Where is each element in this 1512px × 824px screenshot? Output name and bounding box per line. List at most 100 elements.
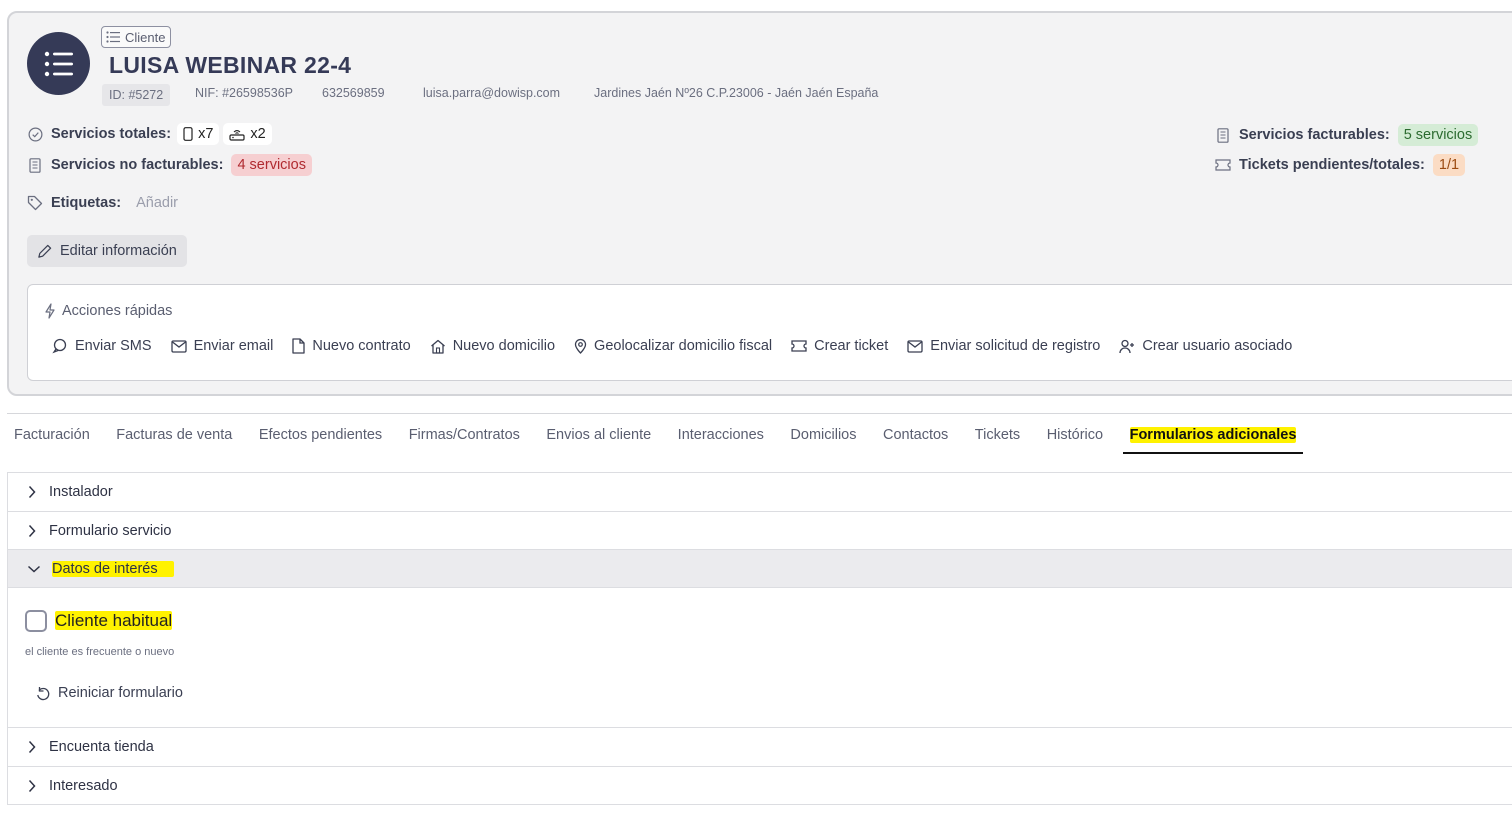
billable-value: 5 servicios <box>1397 124 1479 146</box>
ticket-icon <box>791 340 807 352</box>
quick-actions-label: Acciones rápidas <box>62 303 173 319</box>
send-registration-label: Enviar solicitud de registro <box>930 338 1101 354</box>
datos-interes-panel: Cliente habitual el cliente es frecuente… <box>7 587 1512 727</box>
mail-icon <box>907 339 923 353</box>
geolocate-address-action[interactable]: Geolocalizar domicilio fiscal <box>574 338 772 354</box>
check-circle-icon <box>27 126 43 142</box>
receipt-icon <box>27 157 43 173</box>
tags-stat: Etiquetas: Añadir <box>27 195 178 211</box>
send-sms-label: Enviar SMS <box>75 338 152 354</box>
user-plus-icon <box>1119 339 1135 353</box>
tab-historico[interactable]: Histórico <box>1047 427 1103 453</box>
accordion-encuenta-tienda[interactable]: Encuenta tienda <box>7 727 1512 766</box>
list-icon <box>44 51 73 76</box>
tab-interacciones[interactable]: Interacciones <box>678 427 764 453</box>
new-address-action[interactable]: Nuevo domicilio <box>430 338 555 354</box>
client-avatar <box>27 32 90 95</box>
quick-actions-panel: Acciones rápidas Enviar SMS Enviar email… <box>27 284 1512 381</box>
billable-stat: Servicios facturables: 5 servicios <box>1215 124 1479 146</box>
client-type-badge: Cliente <box>101 26 172 48</box>
client-email[interactable]: luisa.parra@dowisp.com <box>423 86 560 100</box>
reset-form-button[interactable]: Reiniciar formulario <box>36 685 183 701</box>
chevron-right-icon <box>28 779 36 793</box>
cliente-habitual-help: el cliente es frecuente o nuevo <box>25 646 175 658</box>
new-contract-action[interactable]: Nuevo contrato <box>292 338 411 354</box>
tab-bar: Facturación Facturas de venta Efectos pe… <box>14 427 1330 454</box>
chevron-right-icon <box>28 485 36 499</box>
accordion-encuenta-tienda-label: Encuenta tienda <box>49 739 154 755</box>
tab-formularios-adicionales-label: Formularios adicionales <box>1129 427 1297 443</box>
create-user-label: Crear usuario asociado <box>1142 338 1293 354</box>
chevron-down-icon <box>27 565 41 573</box>
tab-firmas-contratos[interactable]: Firmas/Contratos <box>409 427 520 453</box>
client-name: LUISA WEBINAR 22-4 <box>109 52 352 78</box>
mobile-count: x7 <box>198 126 214 142</box>
total-services-label: Servicios totales: <box>51 126 172 142</box>
accordion-formulario-servicio[interactable]: Formulario servicio <box>7 511 1512 550</box>
cliente-habitual-text: Cliente habitual <box>55 611 173 630</box>
rotate-ccw-icon <box>37 686 50 700</box>
pencil-icon <box>38 244 52 258</box>
accordion-datos-interes-label: Datos de interés <box>52 561 174 577</box>
new-contract-label: Nuevo contrato <box>312 338 411 354</box>
tags-label: Etiquetas: <box>51 195 122 211</box>
client-phone[interactable]: 632569859 <box>322 86 385 100</box>
send-registration-action[interactable]: Enviar solicitud de registro <box>907 338 1100 354</box>
accordion-instalador[interactable]: Instalador <box>7 472 1512 511</box>
client-id: ID: #5272 <box>102 84 171 106</box>
tickets-value: 1/1 <box>1432 154 1466 176</box>
list-icon <box>106 31 120 43</box>
tickets-label: Tickets pendientes/totales: <box>1239 157 1425 173</box>
tabs-divider <box>7 413 1512 414</box>
client-header-card: Cliente LUISA WEBINAR 22-4 ID: #5272 NIF… <box>7 11 1512 396</box>
create-user-action[interactable]: Crear usuario asociado <box>1119 338 1292 354</box>
accordion-interesado-label: Interesado <box>49 778 118 794</box>
accordion-datos-interes[interactable]: Datos de interés <box>7 549 1512 588</box>
accordion-formulario-servicio-label: Formulario servicio <box>49 523 172 539</box>
router-count-chip: x2 <box>223 123 272 145</box>
reset-form-label: Reiniciar formulario <box>58 685 183 701</box>
file-icon <box>292 338 305 354</box>
quick-actions-title: Acciones rápidas <box>44 303 172 319</box>
tab-contactos[interactable]: Contactos <box>883 427 948 453</box>
chat-icon <box>52 338 67 354</box>
chevron-right-icon <box>28 740 36 754</box>
send-email-label: Enviar email <box>193 338 274 354</box>
non-billable-value: 4 servicios <box>231 154 312 176</box>
router-count: x2 <box>250 126 266 142</box>
tab-envios-cliente[interactable]: Envios al cliente <box>546 427 651 453</box>
tab-tickets[interactable]: Tickets <box>975 427 1020 453</box>
billable-label: Servicios facturables: <box>1239 127 1390 143</box>
accordion-interesado[interactable]: Interesado <box>7 766 1512 805</box>
create-ticket-action[interactable]: Crear ticket <box>791 338 888 354</box>
tab-efectos-pendientes[interactable]: Efectos pendientes <box>259 427 382 453</box>
non-billable-stat: Servicios no facturables: 4 servicios <box>27 154 312 176</box>
map-pin-icon <box>574 338 587 354</box>
ticket-icon <box>1215 157 1231 173</box>
add-tag-link[interactable]: Añadir <box>136 195 178 211</box>
geolocate-address-label: Geolocalizar domicilio fiscal <box>594 338 773 354</box>
tag-icon <box>27 195 43 211</box>
accordion-bottom-border <box>7 804 1512 805</box>
edit-info-label: Editar información <box>60 243 177 259</box>
create-ticket-label: Crear ticket <box>814 338 889 354</box>
lightning-icon <box>45 303 55 319</box>
home-icon <box>430 339 445 354</box>
tab-facturacion[interactable]: Facturación <box>14 427 90 453</box>
tab-domicilios[interactable]: Domicilios <box>790 427 856 453</box>
cliente-habitual-checkbox[interactable] <box>25 610 47 632</box>
non-billable-label: Servicios no facturables: <box>51 157 224 173</box>
cliente-habitual-label: Cliente habitual <box>55 611 173 631</box>
send-sms-action[interactable]: Enviar SMS <box>52 338 152 354</box>
edit-info-button[interactable]: Editar información <box>27 235 187 267</box>
mobile-count-chip: x7 <box>177 123 220 145</box>
smartphone-icon <box>183 127 193 141</box>
total-services-stat: Servicios totales: x7 x2 <box>27 123 272 145</box>
client-nif: NIF: #26598536P <box>195 86 293 100</box>
send-email-action[interactable]: Enviar email <box>170 338 274 354</box>
new-address-label: Nuevo domicilio <box>452 338 556 354</box>
client-type-label: Cliente <box>125 29 166 45</box>
tab-facturas-venta[interactable]: Facturas de venta <box>116 427 232 453</box>
receipt-icon <box>1215 127 1231 143</box>
tab-formularios-adicionales[interactable]: Formularios adicionales <box>1122 427 1304 454</box>
